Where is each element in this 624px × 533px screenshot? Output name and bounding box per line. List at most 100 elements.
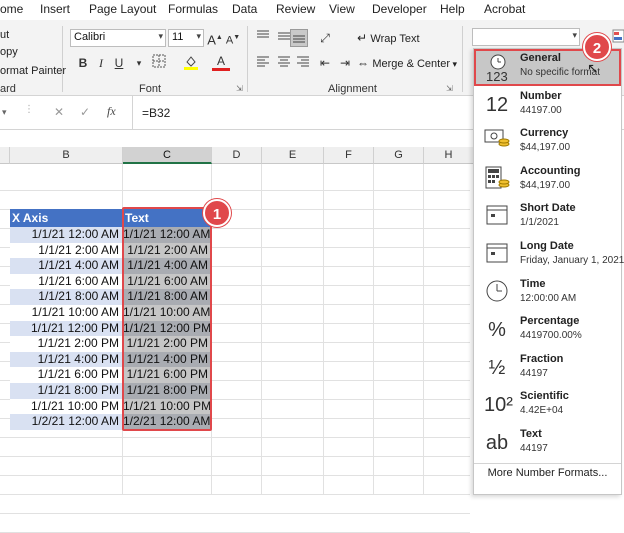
wrap-text-button[interactable]: ↵ Wrap Text [357,29,420,47]
tab-page-layout[interactable]: Page Layout [89,2,156,16]
bold-button[interactable]: B [74,54,92,72]
enter-icon[interactable]: ✓ [80,105,90,119]
clipboard-group-label: ard [0,83,16,95]
format-option-long-date[interactable]: Long Date Friday, January 1, 2021 [474,237,624,274]
column-header-h[interactable]: H [424,147,474,164]
format-option-currency[interactable]: Currency $44,197.00 [474,124,621,161]
chevron-down-icon: ▾ [450,59,458,69]
tab-data[interactable]: Data [232,2,257,16]
underline-button[interactable]: U [110,54,128,72]
x-axis-cell[interactable]: 1/1/21 10:00 AM [10,305,122,321]
menu-divider [474,463,621,464]
ribbon-divider [62,26,63,92]
x-axis-cell[interactable]: 1/1/21 12:00 AM [10,227,122,243]
column-header-g[interactable]: G [374,147,424,164]
x-axis-cell[interactable]: 1/1/21 6:00 AM [10,273,122,290]
font-color-icon[interactable]: A [212,54,230,71]
decrease-indent-icon[interactable]: ⇤ [316,54,334,72]
tab-view[interactable]: View [329,2,355,16]
wrap-text-label: Wrap Text [370,33,420,45]
borders-icon[interactable] [150,54,168,72]
format-option-scientific[interactable]: 10² Scientific 4.42E+04 [474,387,621,424]
format-example: 44197 [520,367,548,379]
tab-home[interactable]: ome [0,2,23,16]
insert-function-icon[interactable]: fx [107,104,116,119]
decrease-font-size-button[interactable]: A▼ [224,29,242,47]
font-name-dropdown[interactable]: Calibri ▾ [70,29,166,47]
tab-acrobat[interactable]: Acrobat [484,2,525,16]
row-header-corner[interactable] [0,147,10,164]
number-format-dropdown[interactable]: ▾ [472,28,580,46]
format-example: 4419700.00% [520,330,582,342]
format-option-number[interactable]: 12 Number 44197.00 [474,87,621,124]
format-example: 1/1/2021 [520,217,559,229]
format-option-short-date[interactable]: Short Date 1/1/2021 [474,199,621,236]
underline-dropdown-chevron-icon[interactable]: ▾ [130,54,148,72]
format-name: Number [520,89,562,102]
increase-font-size-button[interactable]: A▲ [206,29,224,47]
format-option-fraction[interactable]: ½ Fraction 44197 [474,350,621,387]
align-top-icon[interactable] [254,29,272,47]
formula-divider [132,96,133,130]
align-bottom-icon[interactable] [290,29,308,47]
tab-formulas[interactable]: Formulas [168,2,218,16]
menu-bar: ome Insert Page Layout Formulas Data Rev… [0,0,624,20]
x-axis-cell[interactable]: 1/2/21 12:00 AM [10,414,122,430]
column-header-d[interactable]: D [212,147,262,164]
grid-line [323,164,324,495]
format-option-time[interactable]: Time 12:00:00 AM [474,275,621,312]
name-box-chevron-icon[interactable]: ▾ [2,107,7,118]
x-axis-cell[interactable]: 1/1/21 8:00 AM [10,289,122,305]
x-axis-cell[interactable]: 1/1/21 6:00 PM [10,367,122,383]
cancel-icon[interactable]: ✕ [54,105,64,119]
format-example: $44,197.00 [520,179,571,191]
increase-indent-icon[interactable]: ⇥ [336,54,354,72]
number-format-icon: 12 [485,93,509,116]
orientation-icon[interactable]: ⤢ [316,29,334,47]
copy-button[interactable]: opy [0,46,18,58]
align-center-icon[interactable] [275,54,293,72]
dialog-launcher-icon[interactable]: ⇲ [236,84,243,93]
header-x-axis[interactable]: X Axis [10,209,122,227]
formula-input[interactable]: =B32 [142,106,170,120]
grid-line [0,437,470,438]
more-number-formats-link[interactable]: More Number Formats... [474,467,621,485]
column-header-b[interactable]: B [10,147,123,164]
format-example: $44,197.00 [520,142,571,154]
tab-review[interactable]: Review [276,2,315,16]
selection-highlight [122,207,212,431]
column-header-c[interactable]: C [123,147,212,164]
x-axis-cell[interactable]: 1/1/21 4:00 AM [10,258,122,274]
x-axis-cell[interactable]: 1/1/21 8:00 PM [10,383,122,399]
chevron-down-icon: ▾ [158,31,163,41]
fill-color-icon[interactable] [182,54,200,72]
x-axis-cell[interactable]: 1/1/21 4:00 PM [10,351,122,368]
align-left-icon[interactable] [254,54,272,72]
x-axis-cell[interactable]: 1/1/21 10:00 PM [10,398,122,415]
tab-developer[interactable]: Developer [372,2,427,16]
grid-line [423,164,424,495]
font-size-dropdown[interactable]: 11 ▾ [168,29,204,47]
format-example: Friday, January 1, 2021 [520,255,624,266]
cut-button[interactable]: ut [0,29,9,41]
column-header-f[interactable]: F [324,147,374,164]
fraction-format-icon: ½ [488,356,506,379]
format-option-accounting[interactable]: Accounting $44,197.00 [474,162,621,199]
column-header-e[interactable]: E [262,147,324,164]
format-painter-button[interactable]: ormat Painter [0,65,66,77]
x-axis-cell[interactable]: 1/1/21 12:00 PM [10,320,122,337]
merge-center-button[interactable]: ⇔ Merge & Center ▾ [357,54,457,72]
conditional-formatting-icon[interactable] [612,28,624,46]
italic-button[interactable]: I [92,54,110,72]
align-right-icon[interactable] [294,54,312,72]
percentage-format-icon: % [488,319,506,342]
format-example: 12:00:00 AM [520,292,577,304]
x-axis-cell[interactable]: 1/1/21 2:00 AM [10,242,122,259]
dialog-launcher-icon[interactable]: ⇲ [446,84,453,93]
format-option-percentage[interactable]: % Percentage 4419700.00% [474,312,621,349]
x-axis-cell[interactable]: 1/1/21 2:00 PM [10,336,122,352]
tab-insert[interactable]: Insert [40,2,70,16]
tab-help[interactable]: Help [440,2,465,16]
format-option-text[interactable]: ab Text 44197 [474,425,621,462]
format-name: Time [520,277,546,290]
